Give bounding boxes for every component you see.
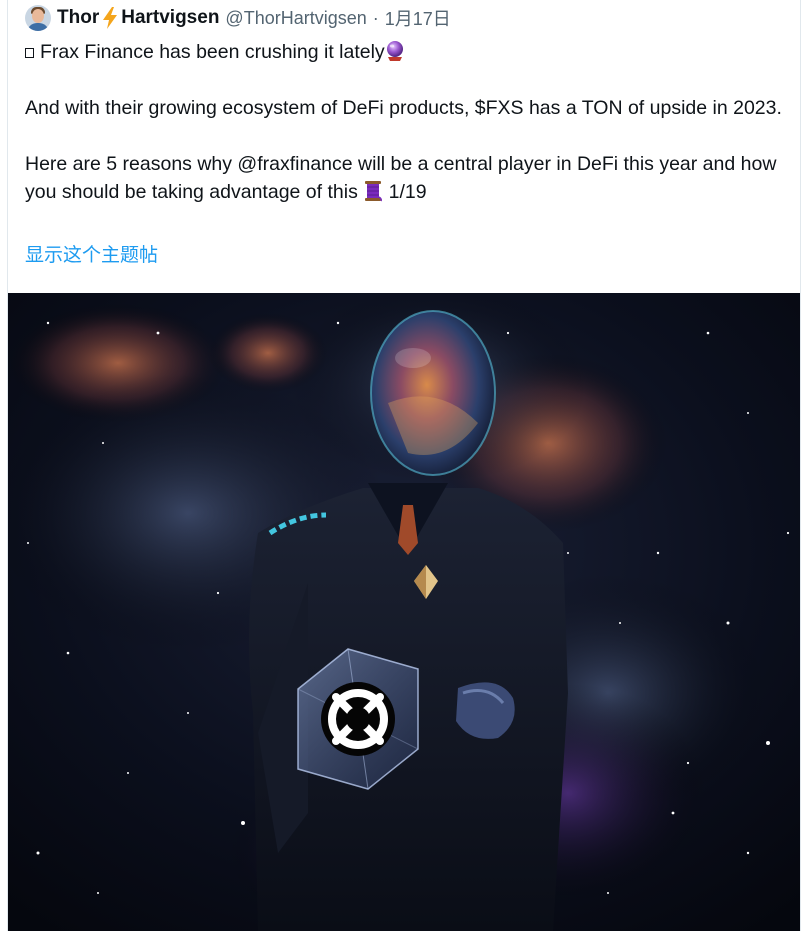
tweet-line-1-text: Frax Finance has been crushing it lately — [40, 41, 385, 63]
tweet-card[interactable]: Thor Hartvigsen @ThorHartvigsen · 1月17日 … — [7, 0, 801, 931]
author-display-name[interactable]: Thor Hartvigsen — [57, 7, 219, 29]
box-glyph-icon — [25, 48, 34, 58]
tweet-date[interactable]: 1月17日 — [385, 5, 451, 31]
author-name-last: Hartvigsen — [121, 7, 220, 28]
show-thread-link[interactable]: 显示这个主题帖 — [25, 240, 158, 267]
author-name-first: Thor — [57, 7, 100, 28]
avatar[interactable] — [25, 5, 51, 31]
header-separator: · — [372, 7, 379, 28]
tweet-line-3: Here are 5 reasons why @fraxfinance will… — [25, 150, 795, 206]
thread-counter: 1/19 — [388, 181, 427, 203]
crystal-ball-icon — [386, 41, 403, 61]
space-figure-artwork — [8, 293, 800, 931]
tweet-line-1: Frax Finance has been crushing it lately — [25, 38, 795, 66]
lightning-bolt-icon — [103, 7, 118, 29]
tweet-header: Thor Hartvigsen @ThorHartvigsen · 1月17日 — [25, 4, 451, 32]
thread-spool-icon — [365, 181, 383, 202]
tweet-media-image[interactable] — [8, 293, 800, 931]
tweet-line-2: And with their growing ecosystem of DeFi… — [25, 97, 782, 119]
author-handle[interactable]: @ThorHartvigsen — [225, 8, 366, 29]
tweet-body: Frax Finance has been crushing it lately… — [25, 38, 795, 206]
